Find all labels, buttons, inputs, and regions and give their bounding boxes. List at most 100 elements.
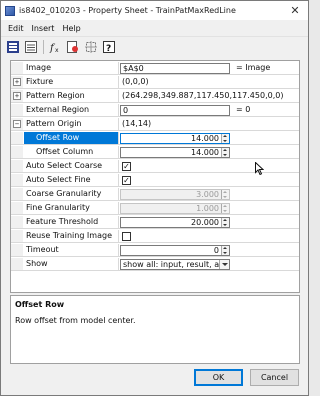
property-row-feature-threshold: Feature Threshold 20.000 [11, 216, 299, 229]
property-value-cell: $A$0 = Image [120, 62, 298, 74]
window-title: is8402_010203 - Property Sheet - TrainPa… [19, 6, 236, 15]
collapse-icon[interactable]: − [13, 120, 21, 128]
property-row-coarse-granularity: Coarse Granularity 3.000 [11, 188, 299, 201]
property-label: Auto Select Fine [24, 174, 119, 186]
spin-buttons[interactable] [221, 218, 229, 227]
toolbar: fx ? [1, 36, 308, 57]
property-label: Pattern Region [24, 90, 119, 102]
row-gutter [11, 258, 23, 270]
property-value-cell: 0 = 0 [120, 104, 298, 116]
fine-granularity-input: 1.000 [120, 203, 230, 214]
pattern-origin-value: (14,14) [122, 119, 152, 128]
row-gutter [11, 146, 23, 158]
menu-insert[interactable]: Insert [28, 24, 59, 33]
property-value-cell: ✓ [120, 174, 298, 186]
show-select[interactable]: show all: input, result, and tr [120, 259, 230, 270]
link-icon[interactable] [66, 40, 80, 54]
offset-row-input[interactable]: 14.000 [120, 133, 230, 144]
app-icon [5, 5, 15, 16]
pattern-icon[interactable] [84, 40, 98, 54]
feature-threshold-value: 20.000 [191, 218, 219, 227]
row-gutter [11, 174, 23, 186]
row-gutter [11, 104, 23, 116]
property-row-offset-column: Offset Column 14.000 [11, 146, 299, 159]
ok-button[interactable]: OK [194, 369, 243, 386]
property-row-reuse-training-image: Reuse Training Image [11, 230, 299, 243]
expand-icon[interactable]: + [13, 78, 21, 86]
external-region-input[interactable]: 0 [120, 105, 230, 116]
property-label: Auto Select Coarse [24, 160, 119, 172]
auto-select-coarse-checkbox[interactable]: ✓ [122, 162, 131, 171]
property-row-timeout: Timeout 0 [11, 244, 299, 257]
property-label: Offset Row [24, 132, 119, 144]
row-gutter [11, 132, 23, 144]
svg-text:?: ? [106, 44, 111, 53]
categorized-view-icon[interactable] [6, 40, 20, 54]
property-row-pattern-origin: − Pattern Origin (14,14) [11, 118, 299, 131]
timeout-input[interactable]: 0 [120, 245, 230, 256]
property-label: Image [24, 62, 119, 74]
row-gutter: − [11, 118, 23, 130]
offset-column-input[interactable]: 14.000 [120, 147, 230, 158]
spin-buttons[interactable] [221, 134, 229, 143]
property-value-cell: 20.000 [120, 216, 298, 228]
pattern-region-value: (264.298,349.887,117.450,117.450,0,0) [122, 91, 284, 100]
row-gutter [11, 188, 23, 200]
external-region-suffix: = 0 [236, 105, 251, 114]
property-label: Fixture [24, 76, 119, 88]
expand-icon[interactable]: + [13, 92, 21, 100]
spin-buttons[interactable] [221, 246, 229, 255]
description-text: Row offset from model center. [15, 316, 136, 325]
property-label: Pattern Origin [24, 118, 119, 130]
property-label: Reuse Training Image [24, 230, 119, 242]
row-gutter [11, 160, 23, 172]
svg-text:x: x [55, 47, 59, 53]
coarse-granularity-input: 3.000 [120, 189, 230, 200]
description-panel: Offset Row Row offset from model center. [10, 295, 300, 364]
property-row-fixture: + Fixture (0,0,0) [11, 76, 299, 89]
alphabetical-view-icon[interactable] [24, 40, 38, 54]
help-icon[interactable]: ? [102, 40, 116, 54]
property-label: Timeout [24, 244, 119, 256]
property-row-pattern-region: + Pattern Region (264.298,349.887,117.45… [11, 90, 299, 103]
close-button[interactable]: ✕ [282, 1, 308, 20]
spin-buttons[interactable] [221, 148, 229, 157]
property-value-cell: show all: input, result, and tr [120, 258, 298, 270]
property-value-cell: 3.000 [120, 188, 298, 200]
reuse-training-image-checkbox[interactable] [122, 232, 131, 241]
property-label: Show [24, 258, 119, 270]
image-input[interactable]: $A$0 [120, 63, 230, 74]
fixture-value: (0,0,0) [122, 77, 149, 86]
property-value-cell: 0 [120, 244, 298, 256]
property-value-cell: 14.000 [120, 132, 298, 144]
feature-threshold-input[interactable]: 20.000 [120, 217, 230, 228]
property-value-cell: 14.000 [120, 146, 298, 158]
property-label: Offset Column [24, 146, 119, 158]
chevron-down-icon[interactable] [219, 260, 229, 269]
menu-edit[interactable]: Edit [4, 24, 28, 33]
offset-column-value: 14.000 [191, 148, 219, 157]
menu-bar: Edit Insert Help [1, 20, 308, 36]
property-label: Fine Granularity [24, 202, 119, 214]
property-value-cell [120, 230, 298, 242]
menu-help[interactable]: Help [58, 24, 84, 33]
property-row-external-region: External Region 0 = 0 [11, 104, 299, 117]
property-sheet-window: is8402_010203 - Property Sheet - TrainPa… [0, 0, 309, 396]
row-gutter: + [11, 90, 23, 102]
description-title: Offset Row [15, 300, 65, 309]
coarse-granularity-value: 3.000 [196, 190, 219, 199]
property-row-show: Show show all: input, result, and tr [11, 258, 299, 271]
property-label: Coarse Granularity [24, 188, 119, 200]
row-gutter [11, 230, 23, 242]
property-row-offset-row[interactable]: Offset Row 14.000 [11, 132, 299, 145]
cancel-button[interactable]: Cancel [250, 369, 299, 386]
auto-select-fine-checkbox[interactable]: ✓ [122, 176, 131, 185]
image-suffix: = Image [236, 63, 271, 72]
fine-granularity-value: 1.000 [196, 204, 219, 213]
timeout-value: 0 [213, 246, 219, 255]
property-label: Feature Threshold [24, 216, 119, 228]
row-gutter [11, 62, 23, 74]
property-label: External Region [24, 104, 119, 116]
function-icon[interactable]: fx [48, 40, 62, 54]
row-gutter [11, 202, 23, 214]
